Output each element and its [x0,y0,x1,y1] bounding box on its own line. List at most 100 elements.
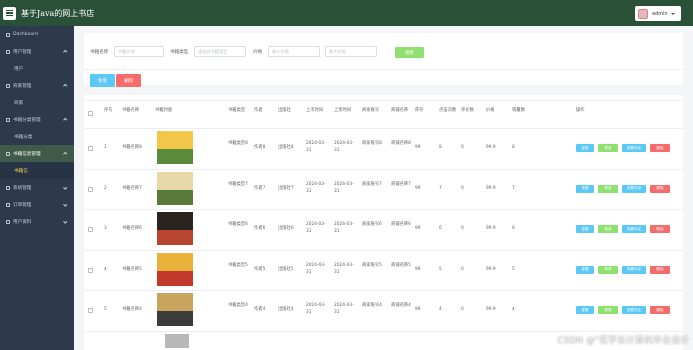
table-cell-price: 99.9 [486,226,496,231]
menu-icon [6,151,10,156]
row-checkbox[interactable] [88,308,93,313]
book-type-select[interactable]: 请选择书籍类型 [194,46,246,57]
table-cell-shelved: 2024-03-31 [334,181,354,194]
edit-button[interactable]: 修改 [598,184,618,193]
table-cell-shop: 商铺名称8 [391,141,411,146]
table-cell-stock: 99 [415,226,421,231]
table-cell-author: 作者7 [254,185,266,191]
table-cell-sales: 7 [512,185,515,191]
sidebar-item[interactable]: 用户资料 [0,213,74,230]
select-all-checkbox[interactable] [88,111,93,116]
table-cell-author: 作者4 [254,307,266,312]
price-label: 价格 [253,50,263,55]
sidebar-item[interactable]: 商家管理 [0,77,74,94]
batch-delete-button[interactable]: 删除 [116,74,141,87]
row-checkbox[interactable] [88,146,93,151]
table-cell-stock: 99 [415,145,421,150]
table-cell-publisher: 出版社5 [278,266,294,272]
table-cell-listed: 2024-03-31 [306,262,326,275]
delete-button[interactable]: 删除 [650,225,670,233]
sidebar-item[interactable]: 订单管理 [0,196,74,213]
divider [84,69,683,70]
book-cover-image [157,171,193,205]
sidebar-subitem[interactable]: 用户 [0,60,74,77]
sidebar-item-label: 商家 [14,100,24,106]
view-button[interactable]: 查看 [576,225,594,233]
row-checkbox[interactable] [88,267,93,273]
edit-button[interactable]: 修改 [598,144,618,152]
table-cell-type: 书籍类型5 [228,262,248,268]
menu-toggle-icon[interactable] [3,6,16,20]
chevron-down-icon [62,219,67,224]
view-button[interactable]: 查看 [576,144,594,152]
edit-button[interactable]: 修改 [598,225,618,233]
user-name: admin [652,10,668,17]
column-header: 上架时间 [334,108,352,113]
delete-button[interactable]: 删除 [650,306,670,314]
delete-button[interactable]: 删除 [650,265,670,274]
add-button[interactable]: 新增 [90,74,115,87]
divider [84,100,683,101]
chevron-up-icon [62,84,67,89]
column-header: 价格 [486,108,495,113]
menu-icon [6,202,10,207]
view-button[interactable]: 查看 [576,265,594,274]
table-cell-price: 99.9 [486,145,496,150]
sidebar-item-label: 系统管理 [13,185,32,191]
table-cell-comments: 0 [461,266,464,272]
table-cell-sales: 5 [512,266,515,272]
table-cell-shelved: 2024-03-31 [334,141,354,153]
sidebar-subitem[interactable]: 书籍信 [0,162,74,179]
view-button[interactable]: 查看 [576,184,594,193]
delete-button[interactable]: 删除 [650,144,670,152]
row-checkbox[interactable] [88,186,93,192]
price-min-input[interactable]: 最小价格 [268,46,320,57]
book-name-label: 书籍名称 [90,50,109,55]
view-comments-button[interactable]: 查看评论 [622,184,646,193]
sidebar-subitem[interactable]: 书籍分类 [0,128,74,145]
search-button[interactable]: 搜索 [395,47,424,58]
menu-icon [6,117,10,122]
table-cell-name: 书籍名称8 [122,145,142,150]
chevron-down-icon [670,12,675,15]
view-button[interactable]: 查看 [576,306,594,314]
sidebar-item-label: Dashboard [13,32,38,37]
delete-button[interactable]: 删除 [650,184,670,193]
sidebar-item[interactable]: 用户管理 [0,43,74,60]
table-cell-shop: 商铺名称7 [391,181,411,187]
sidebar-item[interactable]: Dashboard [0,26,74,43]
price-max-input[interactable]: 最大价格 [325,46,377,57]
edit-button[interactable]: 修改 [598,306,618,314]
book-table: 序号 书籍名称 书籍封面 书籍类型 作者 出版社 上市时间 上架时间 商家账号 商铺名称 库存 点击次… [84,95,683,350]
column-header: 操作 [576,108,585,113]
view-comments-button[interactable]: 查看评论 [622,306,646,314]
table-cell-comments: 0 [461,307,464,312]
sidebar-item[interactable]: 书籍分类管理 [0,111,74,128]
row-checkbox[interactable] [88,227,93,232]
table-cell-name: 书籍名称5 [122,266,142,272]
table-cell-author: 作者6 [254,226,266,231]
table-cell-account: 商家账号6 [362,222,382,227]
search-panel: 书籍名称 书籍名称 书籍类型 请选择书籍类型 价格 最小价格 最大价格 搜索 [84,33,683,85]
book-name-input[interactable]: 书籍名称 [114,46,164,57]
sidebar: Dashboard 用户管理 用户 商家管理商家书籍分类管理书籍分类 书籍信息管理 书籍信… [0,26,74,350]
table-cell-publisher: 出版社6 [278,226,294,231]
table-cell-shelved: 2024-03-31 [334,262,354,275]
table-cell-author: 作者5 [254,266,266,272]
table-cell-listed: 2024-03-31 [306,181,326,194]
user-menu[interactable]: admin [635,6,681,21]
view-comments-button[interactable]: 查看评论 [622,225,646,233]
view-comments-button[interactable]: 查看评论 [622,144,646,152]
book-cover-image [157,293,193,326]
table-cell-author: 作者8 [254,145,266,150]
view-comments-button[interactable]: 查看评论 [622,265,646,274]
edit-button[interactable]: 修改 [598,265,618,274]
table-cell-type: 书籍类型6 [228,222,248,227]
menu-icon [6,185,10,190]
sidebar-subitem[interactable]: 商家 [0,94,74,111]
sidebar-item-label: 书籍分类管理 [13,117,41,123]
sidebar-item[interactable]: 系统管理 [0,179,74,196]
table-cell-stock: 99 [415,307,421,312]
sidebar-item[interactable]: 书籍信息管理 [0,145,74,162]
table-cell-listed: 2024-03-31 [306,222,326,234]
